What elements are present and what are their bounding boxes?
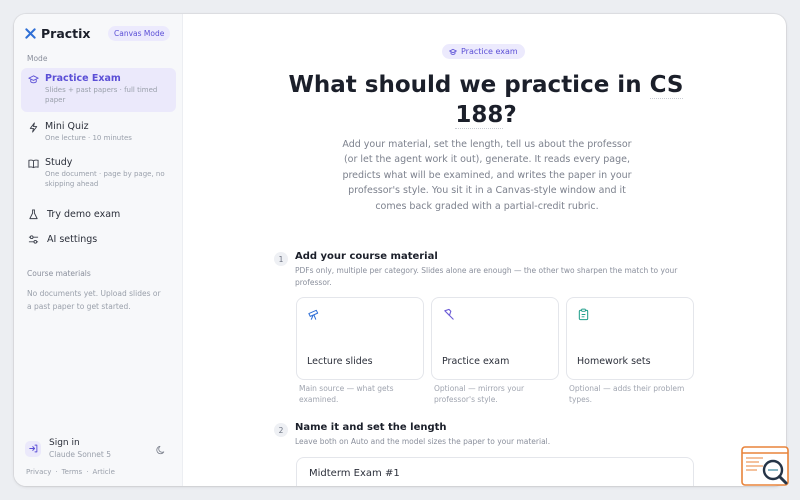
privacy-link[interactable]: Privacy bbox=[26, 468, 51, 476]
try-demo-exam-link[interactable]: Try demo exam bbox=[28, 209, 120, 220]
card-label: Lecture slides bbox=[307, 356, 373, 367]
step-title: Name it and set the length bbox=[295, 422, 447, 433]
footer-links: Privacy · Terms · Article bbox=[26, 468, 115, 476]
ai-settings-label: AI settings bbox=[47, 234, 98, 245]
open-book-icon bbox=[28, 159, 39, 169]
terms-link[interactable]: Terms bbox=[62, 468, 83, 476]
hammer-icon bbox=[444, 308, 454, 320]
mode-mini-quiz[interactable]: Mini Quiz One lecture · 10 minutes bbox=[21, 116, 176, 148]
flask-icon bbox=[29, 209, 38, 220]
step-number: 1 bbox=[274, 252, 288, 266]
exam-name-value: Midterm Exam #1 bbox=[309, 468, 400, 479]
mode-title: Practice Exam bbox=[45, 73, 121, 84]
search-widget-icon[interactable] bbox=[741, 446, 789, 488]
graduation-cap-icon bbox=[28, 75, 39, 84]
footer-separator: · bbox=[55, 468, 58, 476]
app-window: Practix Canvas Mode Mode Practice Exam S… bbox=[14, 14, 786, 486]
app-name: Practix bbox=[41, 26, 91, 41]
telescope-icon bbox=[308, 309, 319, 320]
sliders-icon bbox=[28, 235, 39, 244]
materials-empty-note: No documents yet. Upload slides or a pas… bbox=[27, 289, 161, 311]
pill-label: Practice exam bbox=[461, 47, 518, 56]
course-materials-label: Course materials bbox=[27, 269, 91, 278]
step-title: Add your course material bbox=[295, 251, 438, 262]
card-caption: Optional — mirrors your professor's styl… bbox=[434, 384, 525, 404]
card-label: Homework sets bbox=[577, 356, 651, 367]
main-content: Practice exam What should we practice in… bbox=[183, 14, 786, 486]
mode-practice-exam[interactable]: Practice Exam Slides + past papers · ful… bbox=[21, 68, 176, 112]
canvas-mode-badge[interactable]: Canvas Mode bbox=[108, 26, 171, 41]
brand[interactable]: Practix bbox=[25, 26, 91, 41]
page-title: What should we practice in CS 188? bbox=[263, 70, 709, 130]
footer-separator: · bbox=[86, 468, 89, 476]
title-text: What should we practice in bbox=[288, 72, 642, 98]
practice-exam-card[interactable]: Practice exam bbox=[431, 297, 559, 380]
intro-paragraph: Add your material, set the length, tell … bbox=[342, 139, 632, 212]
card-label: Practice exam bbox=[442, 356, 510, 367]
homework-sets-card[interactable]: Homework sets bbox=[566, 297, 694, 380]
graduation-cap-icon bbox=[449, 48, 457, 55]
sign-in-button[interactable]: Sign in Claude Sonnet 5 bbox=[25, 438, 111, 459]
step-add-material: 1 Add your course material PDFs only, mu… bbox=[274, 251, 700, 288]
mode-study[interactable]: Study One document · page by page, no sk… bbox=[21, 152, 176, 193]
model-name: Claude Sonnet 5 bbox=[49, 450, 111, 459]
mode-subtitle: One document · page by page, no skipping… bbox=[45, 170, 165, 188]
moon-icon[interactable] bbox=[156, 445, 166, 455]
mode-title: Mini Quiz bbox=[45, 121, 89, 132]
lightning-icon bbox=[29, 122, 38, 133]
step-description: PDFs only, multiple per category. Slides… bbox=[295, 266, 678, 287]
step-description: Leave both on Auto and the model sizes t… bbox=[295, 437, 551, 446]
title-question-mark: ? bbox=[503, 102, 517, 128]
mode-title: Study bbox=[45, 157, 73, 168]
mode-subtitle: One lecture · 10 minutes bbox=[45, 134, 132, 142]
card-caption: Main source — what gets examined. bbox=[299, 384, 394, 404]
ai-settings-link[interactable]: AI settings bbox=[28, 234, 97, 245]
practix-logo-icon bbox=[25, 28, 36, 39]
sidebar: Practix Canvas Mode Mode Practice Exam S… bbox=[14, 14, 183, 486]
article-link[interactable]: Article bbox=[92, 468, 114, 476]
practice-exam-pill: Practice exam bbox=[442, 44, 525, 59]
step-name-length: 2 Name it and set the length Leave both … bbox=[274, 422, 700, 448]
exam-name-input[interactable]: Midterm Exam #1 bbox=[296, 457, 694, 486]
step-number: 2 bbox=[274, 423, 288, 437]
mode-subtitle: Slides + past papers · full timed paper bbox=[45, 86, 158, 104]
lecture-slides-card[interactable]: Lecture slides bbox=[296, 297, 424, 380]
sign-in-icon bbox=[25, 440, 41, 457]
clipboard-icon bbox=[578, 308, 589, 321]
mode-section-label: Mode bbox=[27, 54, 48, 63]
card-caption: Optional — adds their problem types. bbox=[569, 384, 685, 404]
try-demo-exam-label: Try demo exam bbox=[47, 209, 121, 220]
sign-in-label: Sign in bbox=[49, 438, 80, 448]
